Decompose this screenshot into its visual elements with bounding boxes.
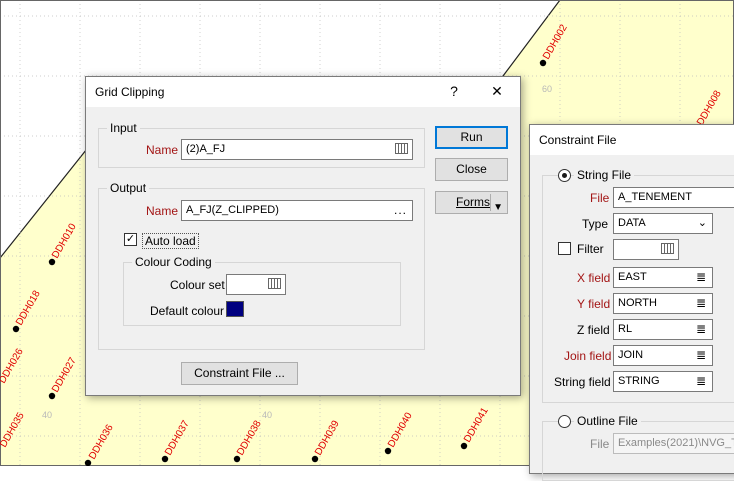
grid-label: 60 [542,84,552,94]
dialog-titlebar[interactable]: Constraint File [530,125,734,155]
constraint-file-dialog: Constraint File String File File A_TENEM… [529,124,734,481]
file-field[interactable]: A_TENEMENT [613,187,734,208]
grid-label: 40 [262,410,272,420]
colour-coding-group: Colour Coding Colour set Default colour [123,255,401,326]
close-button[interactable]: Close [435,158,508,181]
output-name-field[interactable]: A_FJ(Z_CLIPPED) ... [181,200,413,221]
string-field-value: STRING [618,375,660,387]
outline-file-value: Examples(2021)\NVG_TC [618,437,734,449]
output-name-value: A_FJ(Z_CLIPPED) [186,204,279,216]
x-field-label: X field [577,271,611,285]
x-field-value: EAST [618,271,647,283]
outline-file-field[interactable]: Examples(2021)\NVG_TC [613,433,734,454]
list-icon[interactable]: ≣ [696,296,706,310]
file-label: File [590,191,610,205]
output-group: Output Name A_FJ(Z_CLIPPED) ... ✓ Auto l… [98,181,425,350]
list-icon[interactable]: ≣ [696,270,706,284]
forms-button[interactable]: Forms ▼ [435,191,508,214]
file-value: A_TENEMENT [618,191,692,203]
y-field-label: Y field [577,297,611,311]
dialog-title: Grid Clipping [95,85,165,99]
input-group-label: Input [107,121,140,135]
run-button[interactable]: Run [435,126,508,149]
string-field-label: String field [554,375,611,389]
y-field-input[interactable]: NORTH ≣ [613,293,713,314]
help-button[interactable]: ? [446,83,462,99]
y-field-value: NORTH [618,297,657,309]
type-value: DATA [618,217,646,229]
z-field-label: Z field [577,323,610,337]
default-colour-swatch[interactable] [226,301,244,317]
colour-set-field[interactable] [226,274,286,295]
colour-coding-group-label: Colour Coding [132,255,215,269]
dialog-titlebar[interactable]: Grid Clipping ? ✕ [86,77,520,107]
colour-set-label: Colour set [170,278,225,292]
string-file-label: String File [574,168,635,182]
list-icon[interactable]: ≣ [696,322,706,336]
browse-icon[interactable] [395,143,408,154]
string-file-radio[interactable] [558,169,571,182]
default-colour-label: Default colour [150,304,225,318]
list-icon[interactable]: ≣ [696,374,706,388]
input-name-label: Name [146,143,179,157]
outline-file-label: Outline File [574,414,641,428]
auto-load-checkbox[interactable]: ✓ [124,233,137,246]
dialog-title: Constraint File [539,133,617,147]
z-field-value: RL [618,323,633,335]
output-group-label: Output [107,181,150,195]
ellipsis-icon[interactable]: ... [394,203,407,217]
grid-label: 40 [42,410,52,420]
chevron-down-icon[interactable]: ⌄ [698,216,707,229]
forms-label: Forms [456,195,490,209]
type-label: Type [582,217,609,231]
filter-label: Filter [577,242,604,256]
join-field-input[interactable]: JOIN ≣ [613,345,713,366]
dropdown-arrow-icon[interactable]: ▼ [493,197,503,218]
input-name-value: (2)A_FJ [186,143,226,155]
auto-load-label: Auto load [142,233,199,249]
close-icon[interactable]: ✕ [489,83,505,100]
string-field-input[interactable]: STRING ≣ [613,371,713,392]
grid-clipping-dialog: Grid Clipping ? ✕ Input Name (2)A_FJ Out… [85,76,521,396]
output-name-label: Name [146,204,179,218]
input-name-field[interactable]: (2)A_FJ [181,139,413,160]
outline-file-group: Outline File File Examples(2021)\NVG_TC [542,414,734,481]
input-group: Input Name (2)A_FJ [98,121,425,168]
z-field-input[interactable]: RL ≣ [613,319,713,340]
filter-field[interactable] [613,239,679,260]
browse-icon[interactable] [661,243,674,254]
type-select[interactable]: DATA ⌄ [613,213,713,234]
constraint-file-button[interactable]: Constraint File ... [181,362,298,385]
join-field-value: JOIN [618,349,644,361]
filter-checkbox[interactable] [558,242,571,255]
browse-icon[interactable] [268,278,281,289]
outline-file-radio[interactable] [558,415,571,428]
string-file-group: String File File A_TENEMENT Type DATA ⌄ … [542,168,734,403]
outline-file-field-label: File [590,437,610,451]
join-field-label: Join field [564,349,612,363]
list-icon[interactable]: ≣ [696,348,706,362]
x-field-input[interactable]: EAST ≣ [613,267,713,288]
